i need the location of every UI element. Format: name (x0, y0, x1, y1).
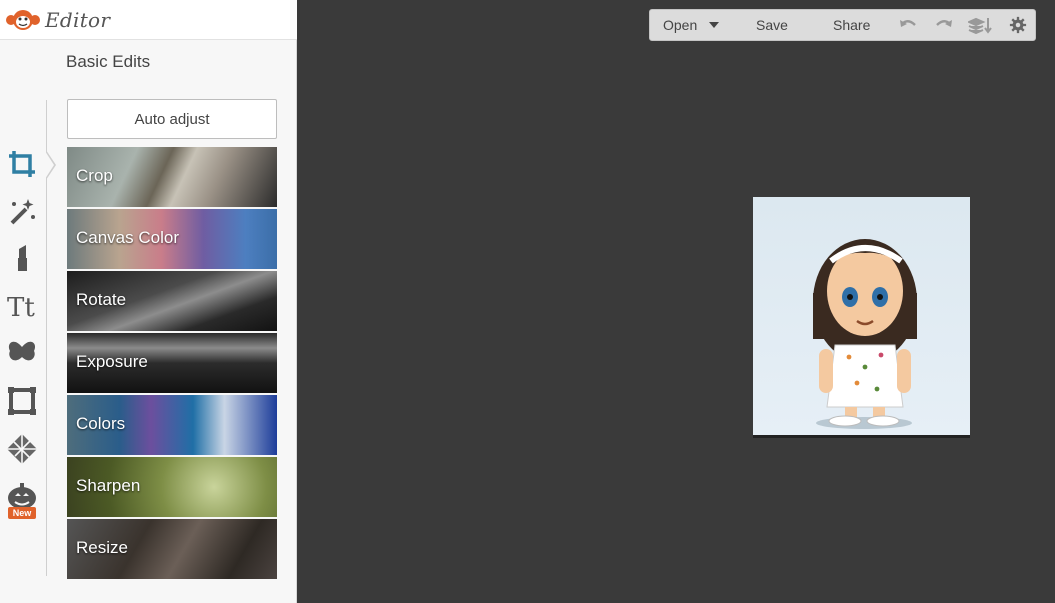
exposure-tool-label: Exposure (76, 352, 148, 371)
open-button[interactable]: Open (663, 10, 697, 40)
active-category-pointer (45, 150, 56, 180)
crop-tool[interactable]: Crop (67, 147, 277, 207)
crop-icon (9, 151, 35, 177)
rotate-tool[interactable]: Rotate (67, 271, 277, 331)
colors-tool-label: Colors (76, 414, 126, 433)
sharpen-tool[interactable]: Sharpen (67, 457, 277, 517)
avatar-illustration (813, 239, 917, 429)
rotate-tool-label: Rotate (76, 290, 127, 309)
overlays-category-icon[interactable] (4, 335, 40, 371)
exposure-tool[interactable]: Exposure (67, 333, 277, 393)
magic-wand-icon (10, 199, 35, 225)
monkey-logo-icon (6, 9, 40, 30)
colors-tool[interactable]: Colors (67, 395, 277, 455)
resize-tool-label: Resize (76, 538, 128, 557)
new-badge: New (8, 507, 36, 519)
undo-icon[interactable] (898, 16, 918, 34)
touch-up-category-icon[interactable] (4, 240, 40, 276)
auto-adjust-button[interactable]: Auto adjust (67, 99, 277, 139)
texture-icon (7, 434, 37, 464)
panel-title: Basic Edits (66, 52, 151, 71)
frames-category-icon[interactable] (4, 383, 40, 419)
resize-tool[interactable]: Resize (67, 519, 277, 579)
editor-toolbar: Open Save Share (649, 9, 1036, 41)
settings-gear-icon[interactable] (1008, 16, 1028, 34)
redo-icon[interactable] (934, 16, 954, 34)
save-button[interactable]: Save (756, 10, 788, 40)
sharpen-tool-label: Sharpen (76, 476, 141, 495)
butterfly-icon (8, 341, 36, 361)
canvas-color-tool-label: Canvas Color (76, 228, 179, 247)
layers-sort-icon[interactable] (968, 16, 994, 34)
app-title: Editor (45, 7, 111, 32)
text-icon: Tt (7, 293, 35, 322)
svg-text:Tt: Tt (7, 293, 35, 322)
share-button[interactable]: Share (833, 10, 870, 40)
app-header: Editor (0, 0, 297, 40)
canvas-color-tool[interactable]: Canvas Color (67, 209, 277, 269)
effects-category-icon[interactable] (4, 193, 40, 229)
text-category-icon[interactable]: Tt (4, 288, 40, 324)
crop-category-icon[interactable] (4, 146, 40, 182)
frame-icon (8, 387, 36, 415)
textures-category-icon[interactable] (4, 431, 40, 467)
lipstick-icon (18, 245, 27, 271)
photo-canvas[interactable] (753, 197, 970, 435)
crop-tool-label: Crop (76, 166, 113, 185)
left-panel: Editor Tt New Basic Edits Auto adjust Cr… (0, 0, 297, 603)
chevron-down-icon[interactable] (708, 20, 720, 30)
